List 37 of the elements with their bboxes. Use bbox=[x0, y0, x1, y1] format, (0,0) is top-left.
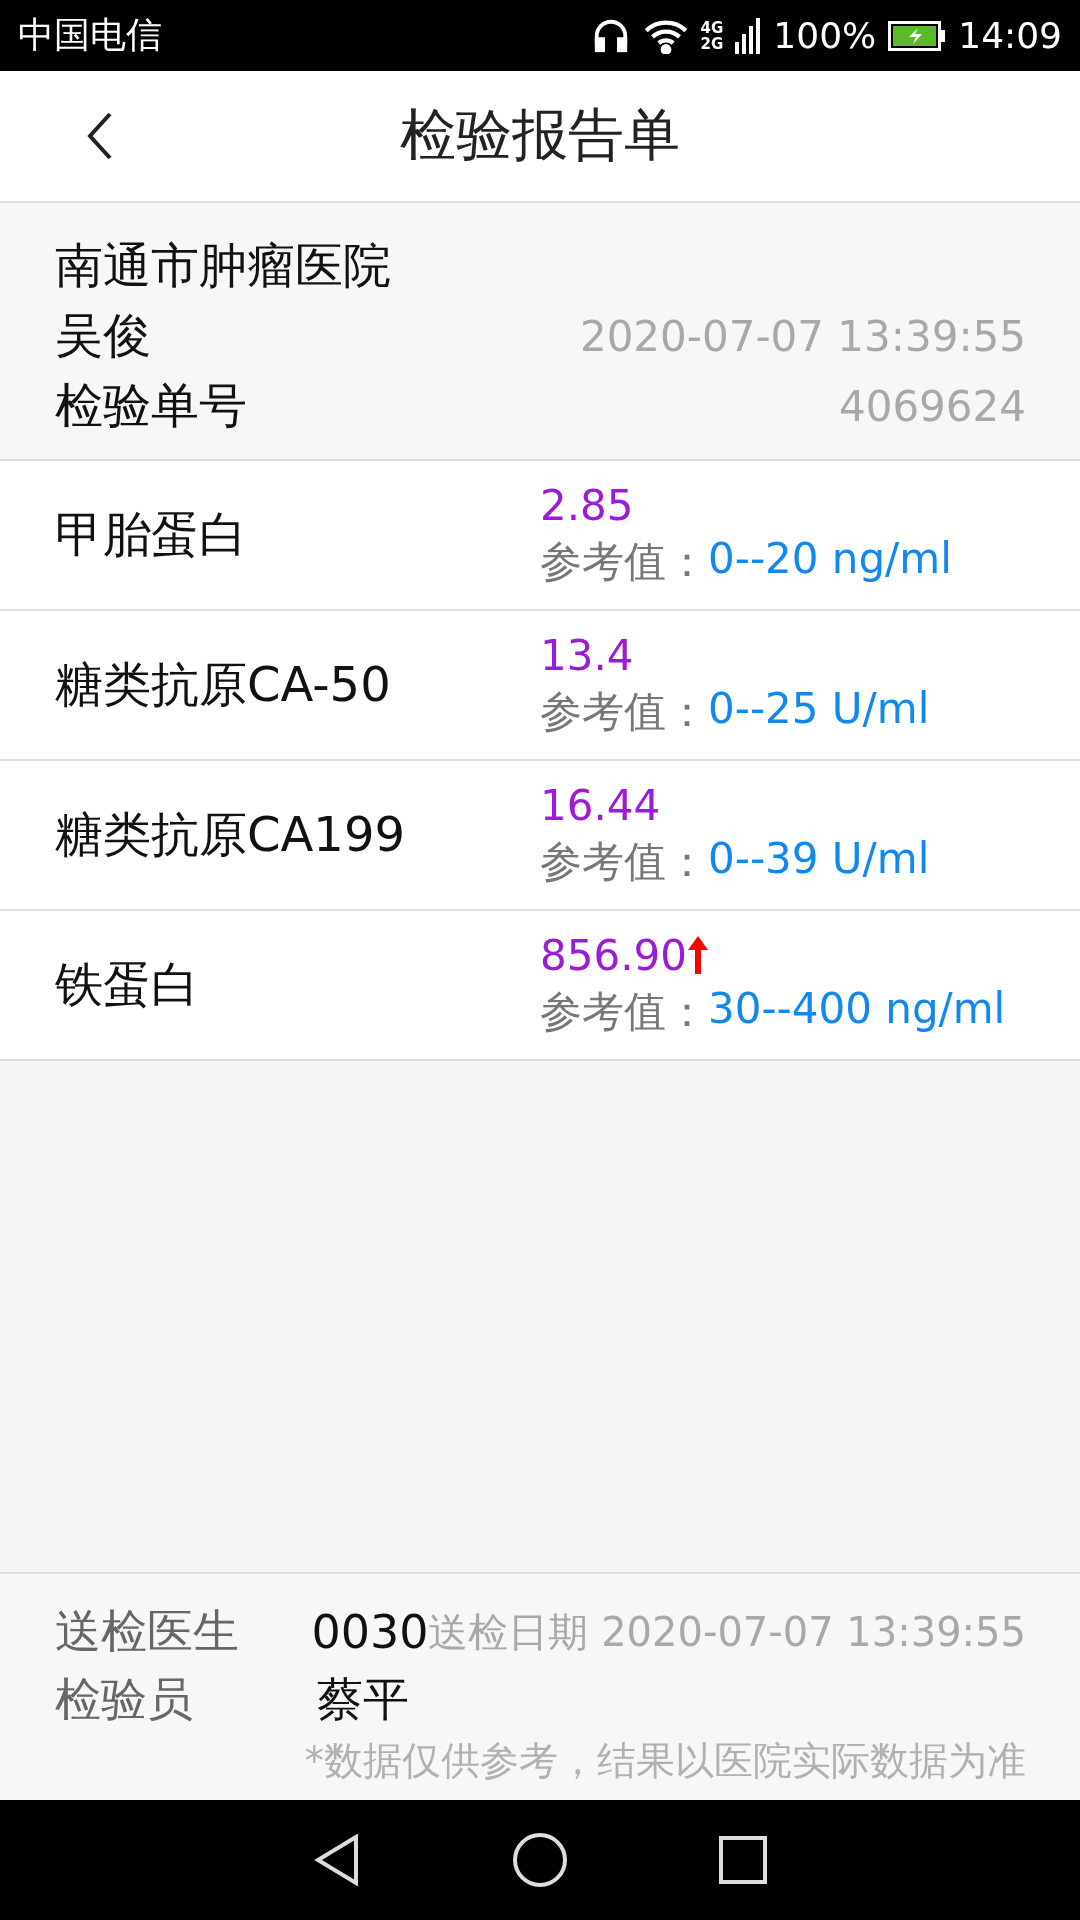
test-name: 铁蛋白 bbox=[55, 955, 200, 1014]
network-type: 2G bbox=[700, 35, 724, 52]
order-number: 4069624 bbox=[838, 381, 1026, 431]
test-name: 糖类抗原CA199 bbox=[55, 805, 406, 864]
test-name: 糖类抗原CA-50 bbox=[55, 655, 392, 714]
signal-icon bbox=[735, 17, 762, 54]
patient-name: 吴俊 bbox=[55, 306, 151, 365]
test-value: 16.44 bbox=[540, 780, 661, 830]
reference-range: 0--20 ng/ml bbox=[708, 533, 952, 585]
home-button[interactable] bbox=[512, 1832, 568, 1888]
test-value: 13.4 bbox=[540, 630, 634, 680]
recents-button[interactable] bbox=[718, 1835, 768, 1885]
carrier-name: 中国电信 bbox=[18, 13, 162, 57]
reference-range: 0--25 U/ml bbox=[708, 683, 930, 735]
disclaimer-text: *数据仅供参考，结果以医院实际数据为准 bbox=[303, 1737, 1026, 1785]
inspector-name: 蔡平 bbox=[317, 1671, 409, 1728]
test-value: 856.90 bbox=[540, 930, 687, 980]
battery-charging-icon bbox=[888, 20, 947, 51]
reference-range: 0--39 U/ml bbox=[708, 833, 930, 885]
order-number-label: 检验单号 bbox=[55, 376, 247, 435]
inspector-label: 检验员 bbox=[55, 1671, 194, 1728]
battery-percent: 100% bbox=[773, 15, 877, 56]
reference-range: 30--400 ng/ml bbox=[708, 983, 1006, 1035]
test-value: 2.85 bbox=[540, 480, 634, 530]
hospital-name: 南通市肿瘤医院 bbox=[55, 236, 391, 295]
page-title: 检验报告单 bbox=[400, 101, 680, 169]
doctor-code: 0030 bbox=[311, 1605, 429, 1659]
test-name: 甲胎蛋白 bbox=[55, 505, 248, 564]
clock-time: 14:09 bbox=[958, 15, 1062, 56]
reference-label: 参考值： bbox=[540, 835, 708, 888]
report-datetime: 2020-07-07 13:39:55 bbox=[579, 311, 1026, 361]
reference-label: 参考值： bbox=[540, 535, 708, 588]
reference-label: 参考值： bbox=[540, 685, 708, 738]
network-type: 4G bbox=[700, 19, 724, 36]
submit-date: 送检日期 2020-07-07 13:39:55 bbox=[428, 1607, 1026, 1657]
reference-label: 参考值： bbox=[540, 985, 708, 1038]
doctor-label: 送检医生 bbox=[55, 1603, 240, 1660]
